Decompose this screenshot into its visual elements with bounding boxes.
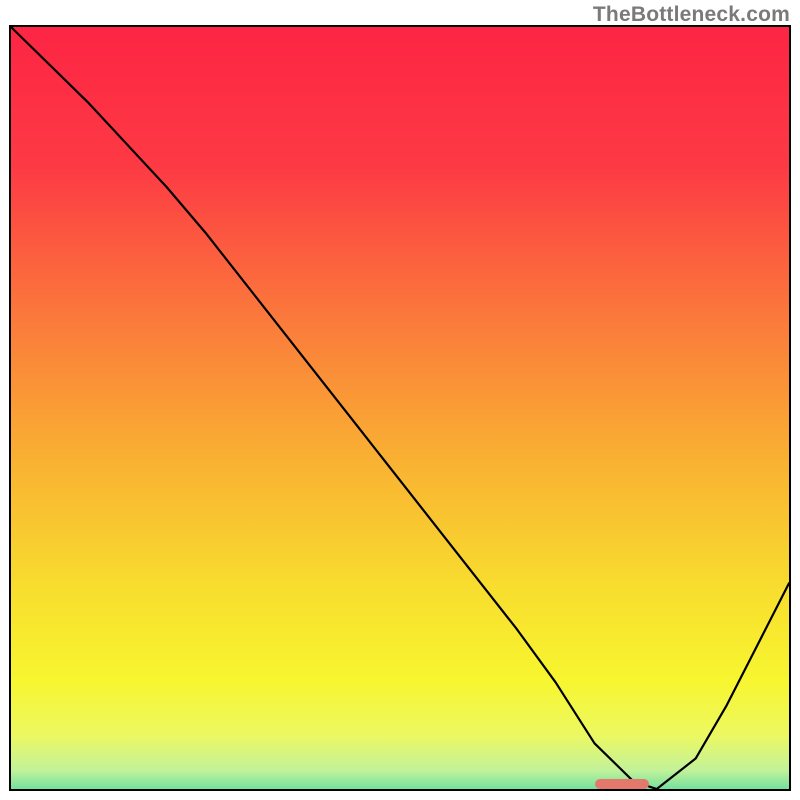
watermark-text: TheBottleneck.com xyxy=(593,3,790,27)
plot-area xyxy=(9,25,791,791)
curve-layer xyxy=(11,27,789,789)
minimum-marker xyxy=(595,779,649,789)
chart-container: TheBottleneck.com xyxy=(0,0,800,800)
bottleneck-curve-path xyxy=(11,27,789,789)
